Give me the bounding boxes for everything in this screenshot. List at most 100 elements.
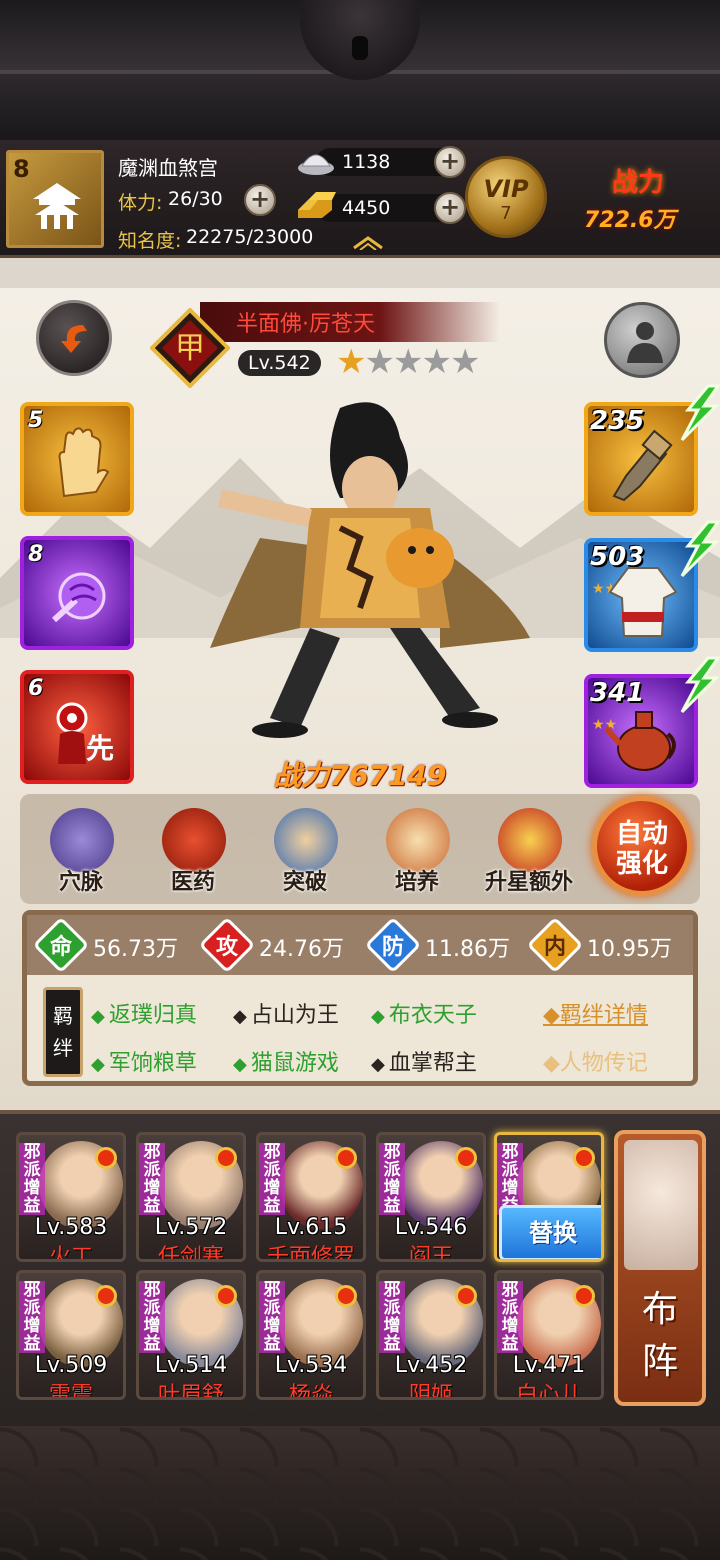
roster-hero-card[interactable]: 邪派增益 Lv.546 阎王 — [376, 1132, 486, 1262]
equip-slot-robe[interactable]: 503 ★★★★★ — [584, 520, 720, 652]
roster-hero-name: 任剑寒 — [157, 1245, 224, 1262]
silver-value: 1138 — [342, 151, 391, 173]
equip-slot-gauntlet[interactable]: 235 — [584, 384, 720, 516]
vip-label: VIP — [483, 175, 529, 203]
bond-item: ◆ 返璞归真 — [91, 1003, 197, 1028]
skill-slot-fist[interactable]: 8 — [20, 536, 134, 650]
roster-hero-level: Lv.615 — [274, 1215, 348, 1240]
notification-dot-icon — [95, 1285, 117, 1307]
roof-decoration — [0, 0, 720, 140]
swap-button[interactable]: 替换 — [499, 1205, 601, 1259]
back-button[interactable] — [36, 300, 112, 376]
auto-enhance-button[interactable]: 自动 强化 — [592, 796, 692, 896]
bond-item: ◆ 军饷粮草 — [91, 1051, 197, 1076]
star-filled-icon: ★ — [336, 342, 367, 382]
palm-icon — [58, 427, 110, 498]
star-up-button[interactable]: 升星额外 — [484, 808, 574, 898]
hero-portrait-button[interactable] — [604, 302, 680, 378]
faction-buff-tag: 邪派增益 — [259, 1143, 285, 1215]
hero-character-art[interactable] — [190, 398, 550, 748]
player-level: 8 — [13, 155, 30, 183]
roster-hero-level: Lv.514 — [154, 1353, 228, 1378]
formation-label: 布 阵 — [641, 1289, 678, 1382]
roster-hero-card[interactable]: 邪派增益替换 — [494, 1132, 604, 1262]
roster-hero-card[interactable]: 邪派增益 Lv.615 千面修罗 — [256, 1132, 366, 1262]
bond-tag: 羁绊 — [43, 987, 83, 1077]
meridian-button[interactable]: 穴脉 — [36, 808, 126, 898]
notification-dot-icon — [455, 1147, 477, 1169]
roof-beam — [0, 70, 720, 140]
roster-hero-card[interactable]: 邪派增益 Lv.509 雷震 — [16, 1270, 126, 1400]
upgrade-arrow-icon — [680, 656, 720, 714]
breakthrough-button[interactable]: 突破 — [260, 808, 350, 898]
star-empty-icon: ★ — [364, 342, 395, 382]
roster-hero-card[interactable]: 邪派增益 Lv.471 白心儿 — [494, 1270, 604, 1400]
fame-value: 22275/23000 — [186, 226, 314, 248]
vip-badge[interactable]: VIP 7 — [465, 156, 547, 238]
hero-level: Lv.542 — [238, 350, 321, 376]
faction-buff-tag: 邪派增益 — [19, 1281, 45, 1353]
skill-slot-palm[interactable]: 5 — [20, 402, 134, 516]
notification-dot-icon — [573, 1147, 595, 1169]
hero-detail-panel: 甲 半面佛·厉苍天 Lv.542 ★★★★★ 5 8 6 先 235 503 3… — [0, 288, 720, 1110]
faction-buff-tag: 邪派增益 — [139, 1281, 165, 1353]
bond-detail-link[interactable]: ◆羁绊详情 — [543, 997, 648, 1029]
star-empty-icon: ★ — [392, 342, 424, 382]
notification-dot-icon — [215, 1285, 237, 1307]
team-roster: 布 阵 邪派增益 Lv.583 火工 邪派增益 Lv.572 任剑寒 邪派增益 Lv.615 千… — [0, 1110, 720, 1426]
cultivate-label: 培养 — [394, 869, 439, 895]
roster-hero-level: Lv.583 — [34, 1215, 108, 1240]
rank-emblem-icon: 甲 — [150, 308, 230, 388]
notification-dot-icon — [95, 1147, 117, 1169]
add-silver-button[interactable]: + — [434, 146, 466, 178]
roster-hero-card[interactable]: 邪派增益 Lv.452 阴姬 — [376, 1270, 486, 1400]
roster-hero-level: Lv.534 — [274, 1353, 348, 1378]
faction-buff-tag: 邪派增益 — [139, 1143, 165, 1215]
roster-hero-name: 火工 — [48, 1245, 93, 1262]
total-power-label: 战力 — [612, 168, 665, 198]
roster-hero-name: 白心儿 — [515, 1383, 582, 1400]
bond-item: ◆ 血掌帮主 — [371, 1051, 477, 1076]
chevron-up-icon[interactable] — [350, 236, 386, 250]
equip-slot-teapot[interactable]: 341 ★★ — [584, 656, 720, 788]
star-empty-icon: ★ — [449, 342, 481, 382]
add-stamina-button[interactable]: + — [244, 184, 276, 216]
skill-count: 5 — [28, 408, 44, 433]
player-avatar[interactable]: 8 — [6, 150, 104, 248]
notification-dot-icon — [455, 1285, 477, 1307]
bond-item: ◆ 猫鼠游戏 — [233, 1051, 339, 1076]
fist-icon — [51, 572, 106, 623]
hero-star-rating: ★★★★★ — [336, 342, 481, 382]
medicine-icon — [162, 808, 226, 872]
hp-value: 56.73万 — [93, 937, 178, 962]
player-header: 8 魔渊血煞宫 体力: 26/30 + 知名度: 22275/23000 113… — [0, 140, 720, 258]
roster-hero-name: 阎王 — [408, 1245, 453, 1262]
faction-buff-tag: 邪派增益 — [379, 1281, 405, 1353]
skill-slot-first-strike[interactable]: 6 先 — [20, 670, 134, 784]
meridian-label: 穴脉 — [58, 869, 103, 895]
medicine-button[interactable]: 医药 — [148, 808, 238, 898]
notification-dot-icon — [335, 1285, 357, 1307]
back-arrow-icon — [61, 325, 87, 353]
roster-hero-name: 杨焱 — [288, 1383, 333, 1400]
star-up-label: 升星额外 — [484, 869, 573, 895]
add-gold-button[interactable]: + — [434, 192, 466, 224]
skill-count: 6 — [28, 676, 44, 701]
formation-button[interactable]: 布 阵 — [614, 1130, 706, 1406]
faction-buff-tag: 邪派增益 — [259, 1281, 285, 1353]
meridian-icon — [50, 808, 114, 872]
cultivate-button[interactable]: 培养 — [372, 808, 462, 898]
roster-hero-card[interactable]: 邪派增益 Lv.514 叶眉舒 — [136, 1270, 246, 1400]
stamina-label: 体力: — [118, 192, 163, 214]
biography-link[interactable]: ◆人物传记 — [543, 1045, 648, 1077]
svg-text:先: 先 — [86, 732, 114, 765]
roster-hero-level: Lv.546 — [394, 1215, 468, 1240]
roster-hero-card[interactable]: 邪派增益 Lv.572 任剑寒 — [136, 1132, 246, 1262]
svg-text:甲: 甲 — [175, 331, 205, 366]
roster-hero-level: Lv.572 — [154, 1215, 228, 1240]
roster-hero-card[interactable]: 邪派增益 Lv.583 火工 — [16, 1132, 126, 1262]
star-up-icon — [498, 808, 562, 872]
breakthrough-icon — [274, 808, 338, 872]
gold-value: 4450 — [342, 197, 391, 219]
roster-hero-card[interactable]: 邪派增益 Lv.534 杨焱 — [256, 1270, 366, 1400]
